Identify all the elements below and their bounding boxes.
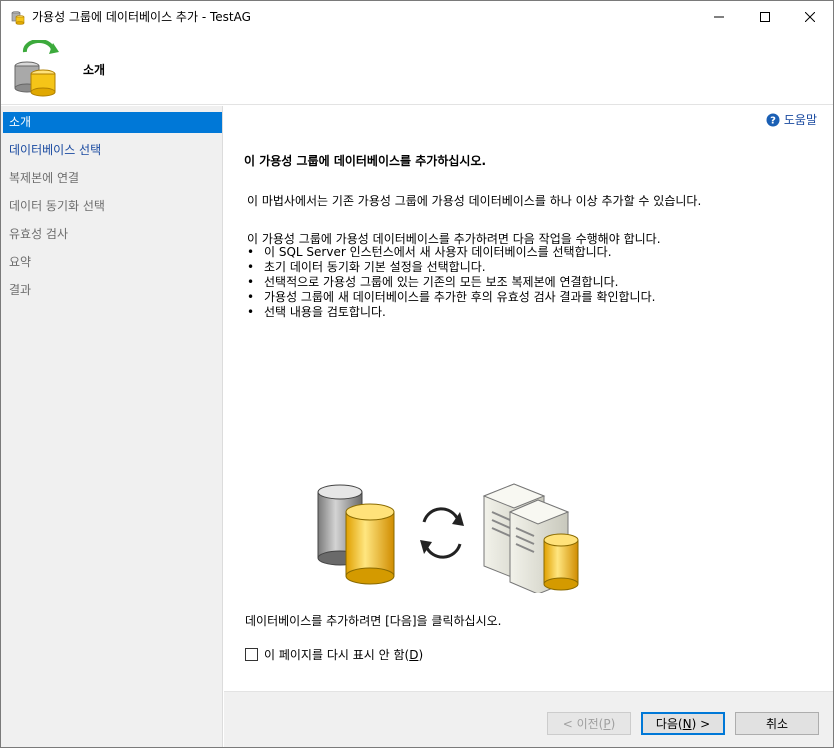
checkbox-label: 이 페이지를 다시 표시 안 함(: [264, 648, 410, 662]
list-item: • 선택 내용을 검토합니다.: [247, 305, 655, 320]
wizard-header: 소개: [1, 32, 833, 105]
svg-text:?: ?: [770, 115, 776, 126]
list-item: • 가용성 그룹에 새 데이터베이스를 추가한 후의 유효성 검사 결과를 확인합…: [247, 290, 655, 305]
help-icon: ?: [766, 113, 780, 126]
steps-list: • 이 SQL Server 인스턴스에서 새 사용자 데이터베이스를 선택합니다…: [247, 245, 655, 320]
main-panel: ? 도움말 이 가용성 그룹에 데이터베이스를 추가하십시오. 이 마법사에서는…: [224, 106, 833, 691]
bullet: •: [247, 290, 255, 304]
next-label: 다음(: [655, 717, 683, 731]
bullet: •: [247, 275, 255, 289]
step-text: 가용성 그룹에 새 데이터베이스를 추가한 후의 유효성 검사 결과를 확인합니…: [264, 290, 656, 304]
list-item: • 초기 데이터 동기화 기본 설정을 선택합니다.: [247, 260, 655, 275]
next-mnemonic: N: [682, 716, 692, 731]
database-to-servers-illustration: [317, 483, 579, 593]
minimize-icon: [714, 16, 724, 17]
next-hint-text: 데이터베이스를 추가하려면 [다음]을 클릭하십시오.: [245, 614, 502, 628]
wizard-steps-sidebar: 소개 데이터베이스 선택 복제본에 연결 데이터 동기화 선택 유효성 검사 요…: [1, 106, 223, 747]
step-text: 선택적으로 가용성 그룹에 있는 기존의 모든 보조 복제본에 연결합니다.: [264, 275, 619, 289]
page-title: 소개: [83, 63, 106, 77]
maximize-button[interactable]: [742, 1, 788, 32]
maximize-icon: [760, 11, 770, 22]
list-item: • 선택적으로 가용성 그룹에 있는 기존의 모든 보조 복제본에 연결합니다.: [247, 275, 655, 290]
help-link[interactable]: ? 도움말: [766, 111, 817, 128]
wizard-window: 가용성 그룹에 데이터베이스 추가 - TestAG 소개 소개 데이터베이스 …: [0, 0, 834, 748]
next-button[interactable]: 다음(N) >: [641, 712, 725, 735]
sidebar-item-connect-replicas: 복제본에 연결: [9, 171, 80, 185]
sidebar-item-results: 결과: [9, 283, 32, 297]
checkbox-label-end: ): [418, 647, 424, 662]
previous-label-end: ): [610, 716, 616, 731]
database-wizard-icon: [11, 10, 25, 25]
bullet: •: [247, 305, 255, 319]
bullet: •: [247, 245, 255, 259]
page-heading: 이 가용성 그룹에 데이터베이스를 추가하십시오.: [244, 154, 487, 168]
sidebar-item-summary: 요약: [9, 255, 32, 269]
cancel-button[interactable]: 취소: [735, 712, 819, 735]
previous-mnemonic: P: [603, 716, 611, 731]
sidebar-item-data-sync: 데이터 동기화 선택: [9, 199, 105, 213]
close-button[interactable]: [787, 1, 833, 32]
cancel-label: 취소: [765, 717, 789, 731]
help-label: 도움말: [783, 113, 817, 127]
dont-show-again-option[interactable]: 이 페이지를 다시 표시 안 함(D): [245, 646, 423, 663]
wizard-footer: < 이전(P) 다음(N) > 취소: [224, 691, 833, 747]
close-icon: [805, 11, 815, 22]
next-label-end: ) >: [691, 716, 711, 731]
step-text: 초기 데이터 동기화 기본 설정을 선택합니다.: [264, 260, 486, 274]
checkbox-mnemonic: D: [409, 647, 419, 662]
sidebar-item-select-databases[interactable]: 데이터베이스 선택: [3, 140, 222, 161]
dont-show-again-checkbox[interactable]: [245, 648, 258, 661]
previous-button[interactable]: < 이전(P): [547, 712, 631, 735]
window-title: 가용성 그룹에 데이터베이스 추가 - TestAG: [32, 10, 251, 24]
bullet: •: [247, 260, 255, 274]
step-text: 선택 내용을 검토합니다.: [264, 305, 386, 319]
database-sync-icon: [14, 40, 59, 97]
minimize-button[interactable]: [696, 1, 742, 32]
previous-label: < 이전(: [562, 717, 604, 731]
title-bar: 가용성 그룹에 데이터베이스 추가 - TestAG: [1, 1, 833, 32]
sidebar-item-intro[interactable]: 소개: [3, 112, 222, 133]
intro-text: 이 마법사에서는 기존 가용성 그룹에 가용성 데이터베이스를 하나 이상 추가…: [247, 194, 702, 208]
step-text: 이 SQL Server 인스턴스에서 새 사용자 데이터베이스를 선택합니다.: [264, 245, 612, 259]
sidebar-item-validation: 유효성 검사: [9, 227, 69, 241]
list-item: • 이 SQL Server 인스턴스에서 새 사용자 데이터베이스를 선택합니다…: [247, 245, 655, 260]
